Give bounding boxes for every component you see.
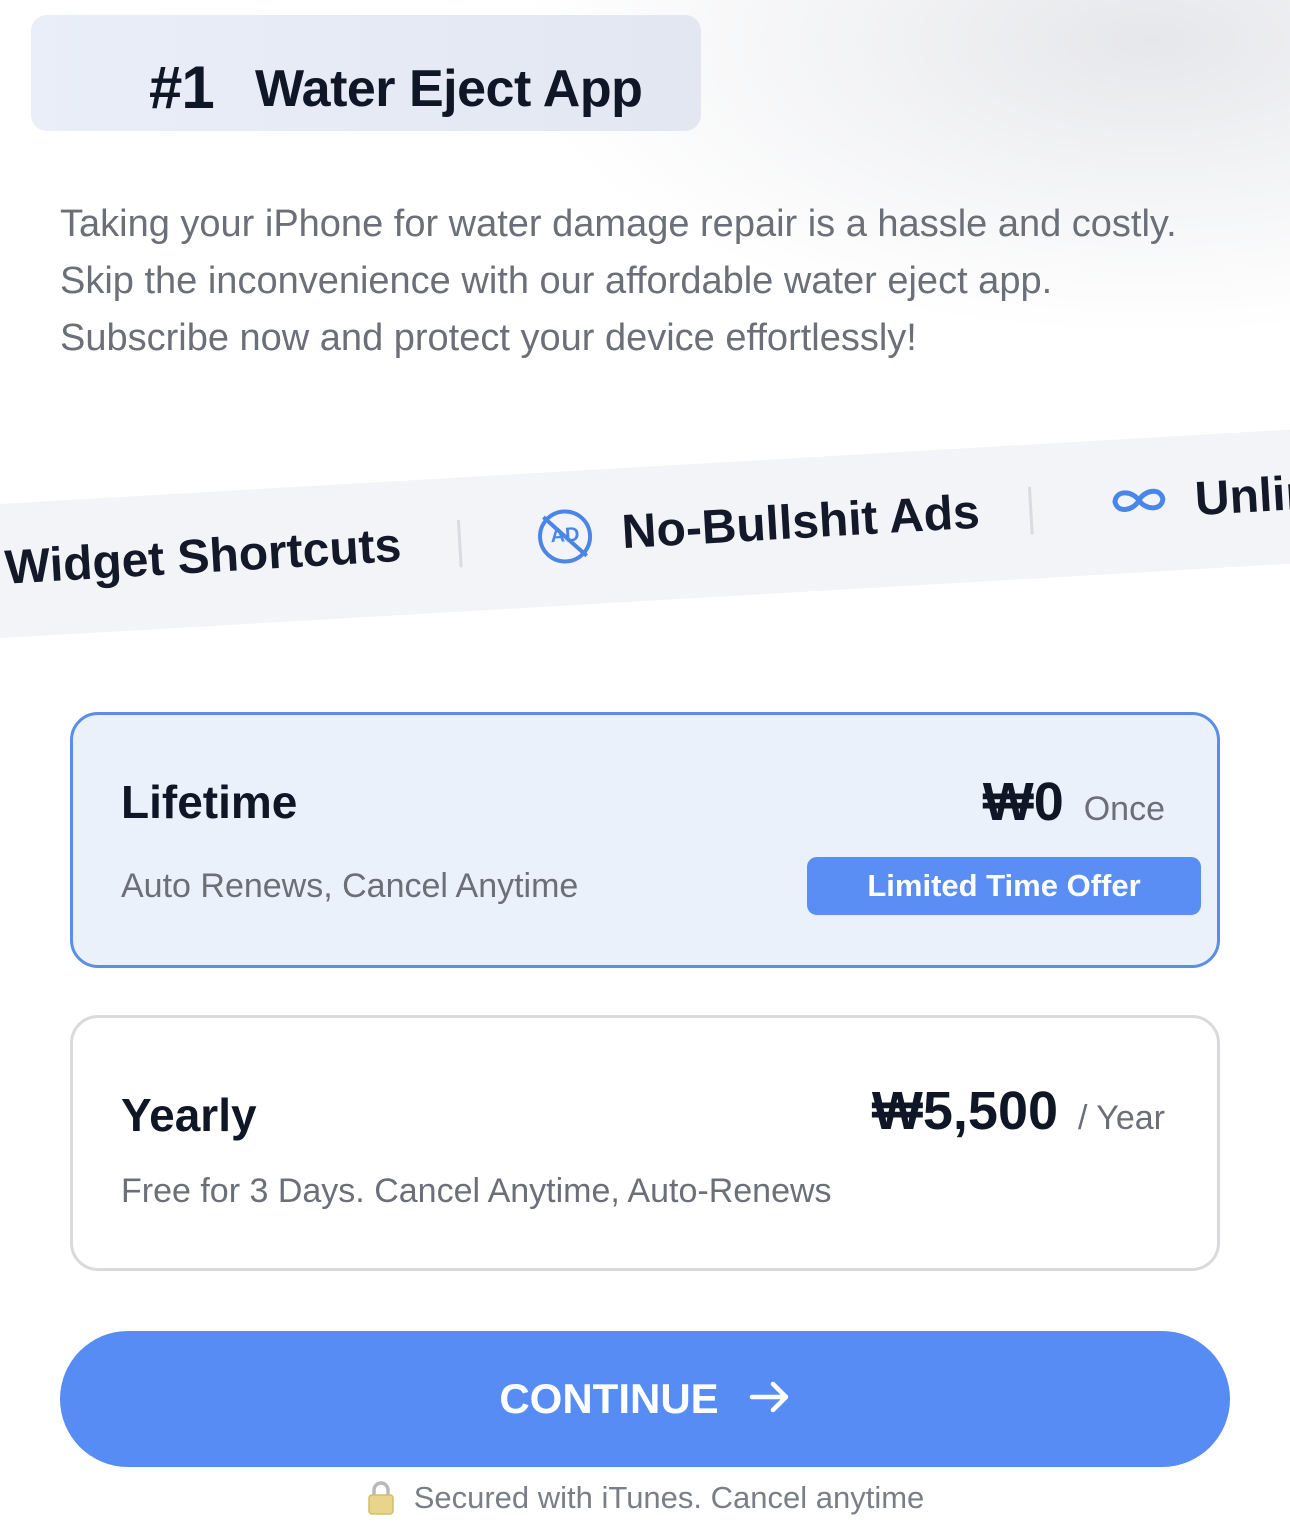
plan-name: Yearly: [121, 1089, 257, 1141]
description-line: Taking your iPhone for water damage repa…: [60, 203, 1177, 245]
plan-card-yearly[interactable]: Yearly ₩5,500 / Year Free for 3 Days. Ca…: [70, 1015, 1220, 1271]
plan-period: / Year: [1078, 1099, 1165, 1137]
secure-note: Secured with iTunes. Cancel anytime: [0, 1480, 1290, 1516]
feature-label: Widget Shortcuts: [3, 518, 403, 595]
plan-period: Once: [1083, 790, 1165, 828]
continue-label: CONTINUE: [499, 1375, 719, 1422]
feature-unlimited: Unlir: [1108, 466, 1290, 532]
plan-description: Free for 3 Days. Cancel Anytime, Auto-Re…: [121, 1172, 832, 1210]
limited-offer-badge: Limited Time Offer: [807, 857, 1201, 915]
plan-name: Lifetime: [121, 776, 298, 828]
plan-price: ₩0: [982, 772, 1064, 832]
features-ribbon: Widget Shortcuts AD No-Bullshit Ads Unli…: [0, 410, 1290, 660]
feature-label: Unlir: [1193, 466, 1290, 527]
infinity-icon: [1108, 474, 1171, 532]
feature-no-ads: AD No-Bullshit Ads: [536, 485, 981, 565]
secure-text: Secured with iTunes. Cancel anytime: [413, 1480, 925, 1515]
lock-icon: [366, 1480, 396, 1516]
app-title: Water Eject App: [255, 60, 643, 118]
feature-divider: [1027, 486, 1034, 535]
plan-card-lifetime[interactable]: Lifetime ₩0 Once Auto Renews, Cancel Any…: [70, 712, 1220, 968]
features-strip: Widget Shortcuts AD No-Bullshit Ads Unli…: [0, 425, 1290, 641]
no-ads-icon: AD: [536, 507, 594, 565]
plan-description: Auto Renews, Cancel Anytime: [121, 867, 579, 905]
description-line: Subscribe now and protect your device ef…: [60, 317, 917, 359]
feature-divider: [456, 519, 463, 568]
description: Taking your iPhone for water damage repa…: [60, 196, 1260, 367]
continue-button[interactable]: CONTINUE: [60, 1331, 1230, 1467]
feature-widget-shortcuts: Widget Shortcuts: [3, 518, 402, 596]
plan-price-row: ₩0 Once: [983, 771, 1165, 833]
app-rank-badge: #1 Water Eject App: [31, 15, 701, 131]
description-line: Skip the inconvenience with our affordab…: [60, 260, 1053, 302]
plan-price-row: ₩5,500 / Year: [872, 1080, 1165, 1142]
arrow-right-icon: [749, 1375, 791, 1423]
plan-price: ₩5,500: [871, 1081, 1059, 1141]
feature-label: No-Bullshit Ads: [620, 485, 982, 560]
rank-label: #1: [149, 54, 215, 121]
